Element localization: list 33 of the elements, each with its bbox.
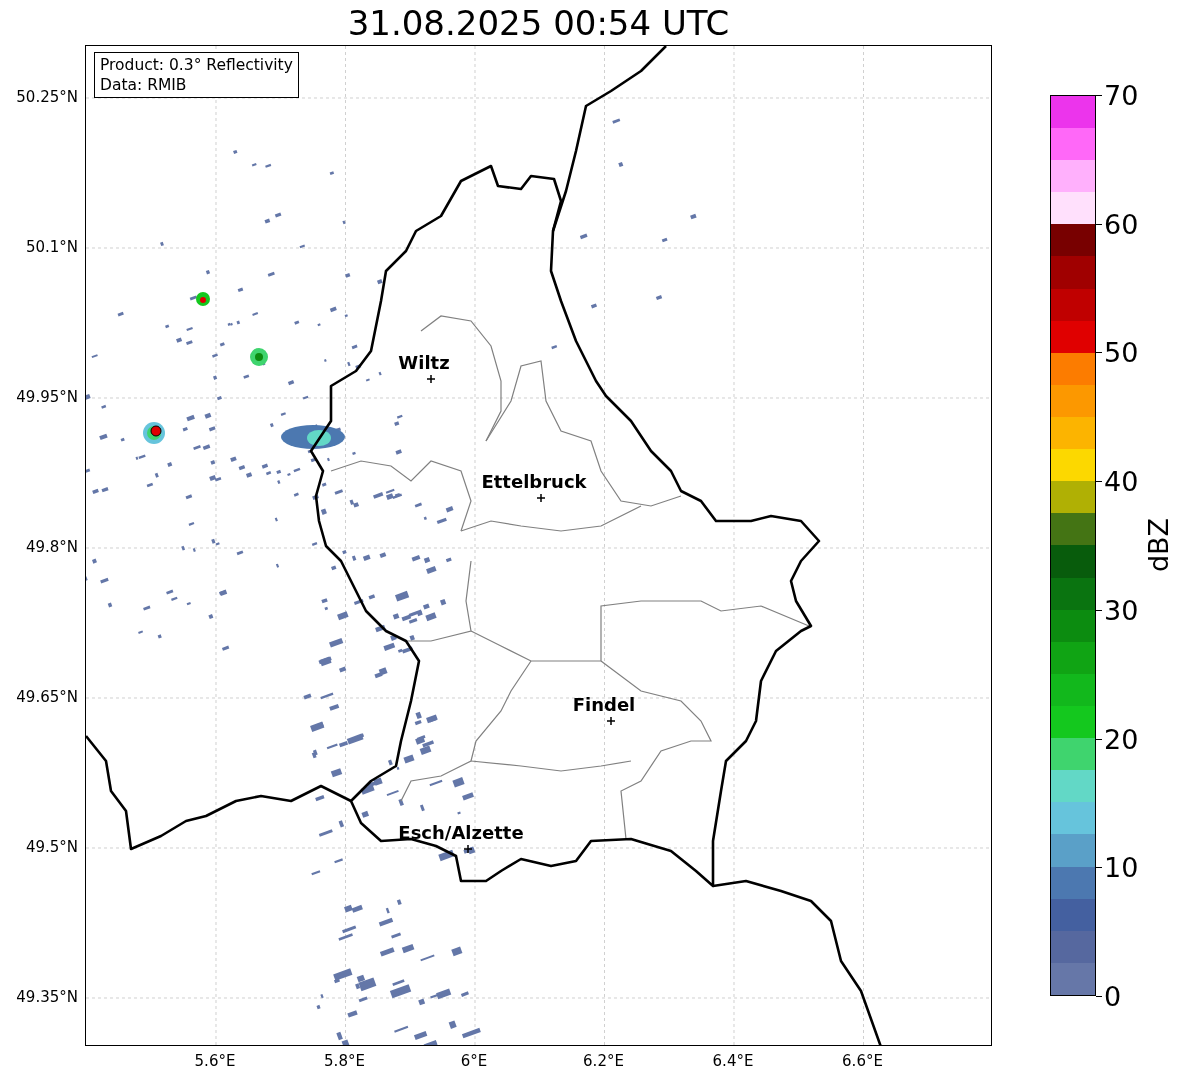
city-marker-icon	[537, 494, 545, 502]
latitude-label: 49.35°N	[16, 988, 78, 1006]
latitude-label: 49.5°N	[25, 838, 78, 856]
colorbar-tick-label: 0	[1104, 980, 1122, 1012]
city-label: Ettelbruck	[481, 471, 587, 492]
city-label: Esch/Alzette	[398, 822, 524, 843]
longitude-label: 5.6°E	[194, 1052, 236, 1070]
longitude-label: 6.6°E	[842, 1052, 883, 1070]
city-label: Findel	[572, 694, 636, 715]
latitude-label: 49.95°N	[16, 388, 78, 406]
longitude-label: 6.4°E	[712, 1052, 754, 1070]
city-marker-icon	[464, 845, 472, 853]
colorbar-tick-label: 30	[1104, 594, 1139, 626]
colorbar-tick-label: 60	[1104, 208, 1139, 240]
colorbar-tick-label: 70	[1104, 79, 1139, 111]
city-marker-icon	[607, 717, 615, 725]
colorbar-tick-label: 50	[1104, 336, 1139, 368]
latitude-label: 49.8°N	[25, 538, 78, 556]
latitude-label: 50.25°N	[16, 88, 78, 106]
city-label: Wiltz	[398, 352, 450, 373]
info-text: Data: RMIB	[100, 75, 188, 95]
longitude-label: 5.8°E	[324, 1052, 365, 1070]
longitude-label: 6°E	[460, 1052, 488, 1070]
longitude-label: 6.2°E	[583, 1052, 624, 1070]
latitude-label: 50.1°N	[25, 238, 78, 256]
info-text: Product: 0.3° Reflectivity	[100, 55, 293, 75]
colorbar-label: dBZ	[1142, 517, 1174, 573]
chart-title: 31.08.2025 00:54 UTC	[346, 1, 731, 45]
city-marker-icon	[427, 375, 435, 383]
colorbar-tick-label: 20	[1104, 723, 1139, 755]
colorbar-tick-label: 10	[1104, 851, 1139, 883]
colorbar-tick-label: 40	[1104, 465, 1139, 497]
latitude-label: 49.65°N	[16, 688, 78, 706]
